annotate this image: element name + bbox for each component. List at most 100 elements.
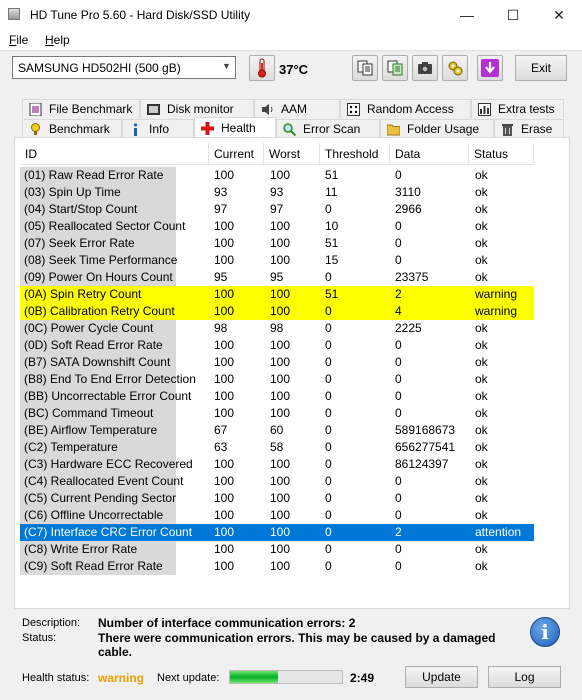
cell-data: 2: [395, 287, 402, 301]
save-button[interactable]: [477, 55, 503, 81]
cell-data: 2: [395, 525, 402, 539]
column-header-id[interactable]: ID: [20, 143, 209, 165]
cell-id: (C8) Write Error Rate: [20, 541, 176, 558]
thermometer-button[interactable]: [249, 55, 275, 81]
info-circle-icon: i: [530, 617, 560, 647]
tab-disk-monitor[interactable]: Disk monitor: [140, 99, 254, 118]
tab-info[interactable]: Info: [122, 119, 194, 138]
table-row[interactable]: (0B) Calibration Retry Count 100 100 0 4 warn…: [20, 303, 534, 320]
options-button[interactable]: [442, 55, 468, 81]
table-row[interactable]: (C8) Write Error Rate 100 100 0 0 ok: [20, 541, 534, 558]
tab-folder-usage[interactable]: Folder Usage: [380, 119, 494, 138]
table-row[interactable]: (04) Start/Stop Count 97 97 0 2966 ok: [20, 201, 534, 218]
screenshot-button[interactable]: [412, 55, 438, 81]
menu-help-accel: H: [45, 33, 54, 47]
tab-benchmark[interactable]: Benchmark: [22, 119, 122, 138]
cell-worst: 100: [270, 219, 291, 233]
table-row[interactable]: (05) Reallocated Sector Count 100 100 10 0 ok: [20, 218, 534, 235]
tab-health[interactable]: Health: [194, 117, 276, 138]
column-header-status[interactable]: Status: [469, 143, 534, 165]
description-value: Number of interface communication errors…: [98, 616, 356, 630]
table-row[interactable]: (B7) SATA Downshift Count 100 100 0 0 ok: [20, 354, 534, 371]
cell-data: 589168673: [395, 423, 456, 437]
table-row[interactable]: (08) Seek Time Performance 100 100 15 0 ok: [20, 252, 534, 269]
cell-status: ok: [475, 202, 488, 216]
cell-threshold: 0: [325, 389, 332, 403]
app-icon: [8, 8, 20, 20]
cell-id: (0A) Spin Retry Count: [20, 286, 176, 303]
table-row[interactable]: (C6) Offline Uncorrectable 100 100 0 0 ok: [20, 507, 534, 524]
cell-worst: 98: [270, 321, 284, 335]
table-row[interactable]: (C9) Soft Read Error Rate 100 100 0 0 ok: [20, 558, 534, 575]
exit-button[interactable]: Exit: [515, 55, 567, 81]
column-header-current[interactable]: Current: [209, 143, 264, 165]
tab-aam[interactable]: AAM: [254, 99, 340, 118]
log-button[interactable]: Log: [488, 666, 561, 688]
tab-label: Folder Usage: [407, 122, 480, 136]
info-icon: [133, 122, 138, 136]
maximize-button[interactable]: ☐: [490, 0, 536, 30]
table-row[interactable]: (C4) Reallocated Event Count 100 100 0 0 ok: [20, 473, 534, 490]
cell-current: 100: [214, 304, 235, 318]
magnifier-icon: [283, 122, 296, 136]
minimize-button[interactable]: —: [444, 0, 490, 30]
cell-worst: 100: [270, 338, 291, 352]
table-row[interactable]: (01) Raw Read Error Rate 100 100 51 0 ok: [20, 167, 534, 184]
menu-help[interactable]: Help: [45, 33, 70, 47]
cell-status: ok: [475, 389, 488, 403]
table-row[interactable]: (C2) Temperature 63 58 0 656277541 ok: [20, 439, 534, 456]
copy-icon: [357, 60, 373, 76]
cell-worst: 100: [270, 287, 291, 301]
cell-data: 0: [395, 406, 402, 420]
cell-worst: 100: [270, 508, 291, 522]
tab-extra-tests[interactable]: Extra tests: [471, 99, 564, 118]
table-row[interactable]: (C5) Current Pending Sector 100 100 0 0 ok: [20, 490, 534, 507]
smart-table[interactable]: ID Current Worst Threshold Data Status (…: [20, 143, 564, 577]
cell-id: (0C) Power Cycle Count: [20, 320, 176, 337]
column-header-data[interactable]: Data: [390, 143, 469, 165]
cell-worst: 100: [270, 491, 291, 505]
update-progress-bar: [229, 670, 343, 684]
copy-info-button[interactable]: [352, 55, 378, 81]
cell-data: 0: [395, 355, 402, 369]
column-header-worst[interactable]: Worst: [264, 143, 320, 165]
cell-current: 100: [214, 474, 235, 488]
cell-data: 0: [395, 219, 402, 233]
menu-file[interactable]: File: [9, 33, 28, 47]
cell-data: 86124397: [395, 457, 449, 471]
cell-data: 0: [395, 491, 402, 505]
cell-current: 100: [214, 525, 235, 539]
table-row[interactable]: (03) Spin Up Time 93 93 11 3110 ok: [20, 184, 534, 201]
cell-id: (C6) Offline Uncorrectable: [20, 507, 176, 524]
column-header-threshold[interactable]: Threshold: [320, 143, 390, 165]
tab-file-benchmark[interactable]: File Benchmark: [22, 99, 140, 118]
cell-status: ok: [475, 372, 488, 386]
tab-label: File Benchmark: [49, 102, 133, 116]
cell-id: (01) Raw Read Error Rate: [20, 167, 176, 184]
table-row[interactable]: (B8) End To End Error Detection 100 100 0 0 o…: [20, 371, 534, 388]
copy-all-button[interactable]: [382, 55, 408, 81]
table-row[interactable]: (0A) Spin Retry Count 100 100 51 2 warning: [20, 286, 534, 303]
table-row[interactable]: (0D) Soft Read Error Rate 100 100 0 0 ok: [20, 337, 534, 354]
table-row[interactable]: (09) Power On Hours Count 95 95 0 23375 ok: [20, 269, 534, 286]
tab-error-scan[interactable]: Error Scan: [276, 119, 380, 138]
cell-status: ok: [475, 542, 488, 556]
table-row[interactable]: (BC) Command Timeout 100 100 0 0 ok: [20, 405, 534, 422]
cell-threshold: 0: [325, 440, 332, 454]
cell-id: (C7) Interface CRC Error Count: [20, 524, 192, 541]
cell-worst: 100: [270, 406, 291, 420]
close-button[interactable]: ✕: [536, 0, 582, 30]
table-row[interactable]: (C3) Hardware ECC Recovered 100 100 0 861243…: [20, 456, 534, 473]
table-row[interactable]: (07) Seek Error Rate 100 100 51 0 ok: [20, 235, 534, 252]
tab-random-access[interactable]: Random Access: [340, 99, 471, 118]
tab-erase[interactable]: Erase: [494, 119, 564, 138]
table-row[interactable]: (BB) Uncorrectable Error Count 100 100 0 0 ok: [20, 388, 534, 405]
description-label: Description:: [22, 617, 81, 629]
cell-data: 0: [395, 372, 402, 386]
cell-threshold: 0: [325, 457, 332, 471]
table-row[interactable]: (0C) Power Cycle Count 98 98 0 2225 ok: [20, 320, 534, 337]
cell-worst: 100: [270, 236, 291, 250]
table-row[interactable]: (C7) Interface CRC Error Count 100 100 0 2 at…: [20, 524, 534, 541]
update-button[interactable]: Update: [405, 666, 478, 688]
table-row[interactable]: (BE) Airflow Temperature 67 60 0 589168673 ok: [20, 422, 534, 439]
